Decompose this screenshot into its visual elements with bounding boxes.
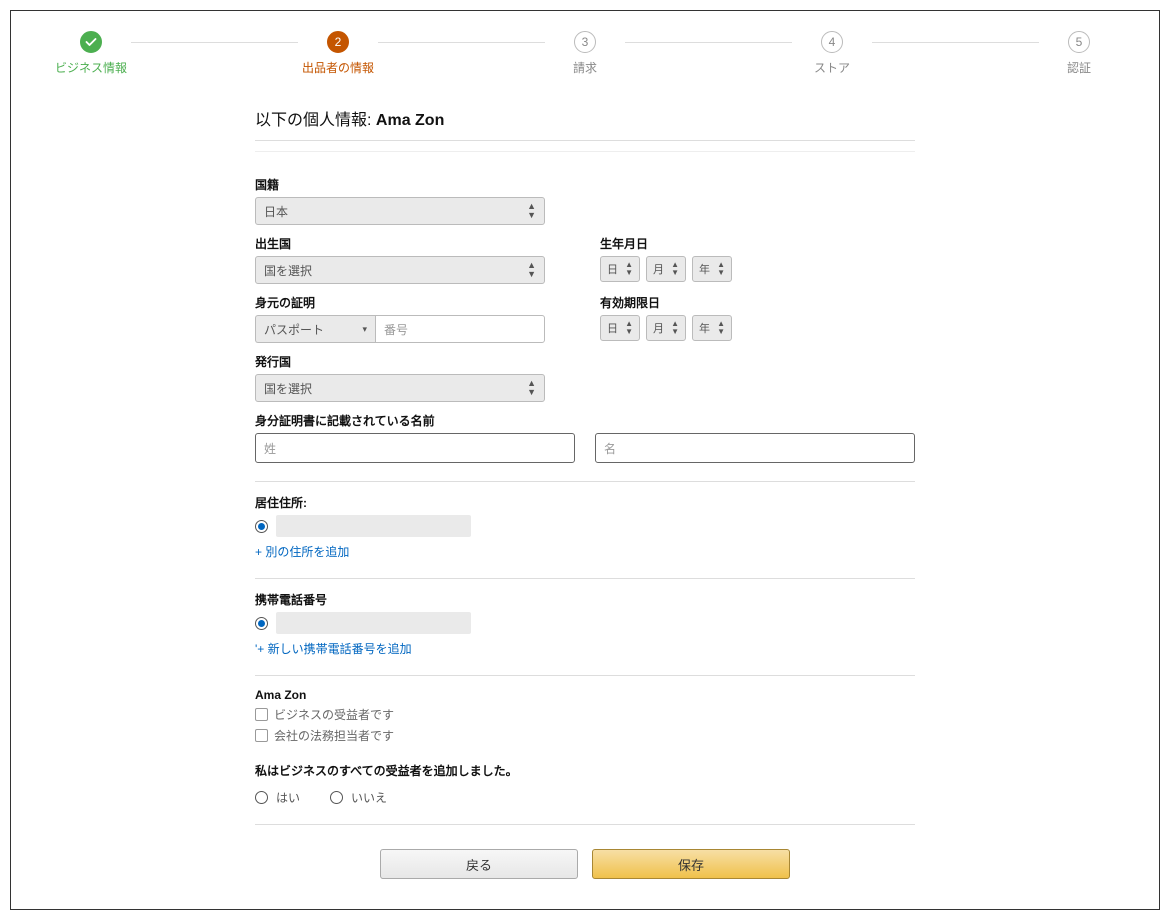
beneficiary-section: Ama Zon ビジネスの受益者です 会社の法務担当者です (255, 688, 915, 744)
page-frame: ビジネス情報 2 出品者の情報 3 請求 4 ストア 5 認証 以下の個人情報:… (10, 10, 1160, 910)
step-label: ストア (814, 59, 850, 76)
chevron-icon (717, 320, 725, 336)
issue-country-select[interactable]: 国を選択 (255, 374, 545, 402)
phone-section: 携帯電話番号 '+ 新しい携帯電話番号を追加 (255, 591, 915, 657)
title-prefix: 以下の個人情報: (255, 112, 376, 129)
step-label: ビジネス情報 (55, 59, 127, 76)
divider (255, 675, 915, 676)
address-radio[interactable] (255, 520, 268, 533)
address-value-placeholder (276, 515, 471, 537)
chevron-icon (527, 261, 536, 279)
page-title: 以下の個人情報: Ama Zon (255, 106, 915, 141)
step-label: 出品者の情報 (302, 59, 374, 76)
firstname-input[interactable]: 名 (595, 433, 915, 463)
legal-rep-label: 会社の法務担当者です (274, 727, 394, 744)
birth-country-select[interactable]: 国を選択 (255, 256, 545, 284)
divider (255, 824, 915, 825)
add-address-link[interactable]: + 別の住所を追加 (255, 543, 349, 560)
chevron-icon (527, 379, 536, 397)
phone-radio[interactable] (255, 617, 268, 630)
dob-year-select[interactable]: 年 (692, 256, 732, 282)
id-type-select[interactable]: パスポート ▾ (255, 315, 375, 343)
issue-country-label: 発行国 (255, 353, 915, 370)
no-radio[interactable] (330, 791, 343, 804)
step-seller-info: 2 出品者の情報 (298, 31, 378, 76)
dob-month-select[interactable]: 月 (646, 256, 686, 282)
expiry-month-select[interactable]: 月 (646, 315, 686, 341)
divider (255, 481, 915, 482)
title-name: Ama Zon (376, 112, 444, 129)
chevron-icon (625, 320, 633, 336)
divider (255, 578, 915, 579)
owner-name-label: Ama Zon (255, 688, 915, 702)
beneficiary-label: ビジネスの受益者です (274, 706, 394, 723)
chevron-down-icon: ▾ (362, 324, 367, 335)
address-section: 居住住所: + 別の住所を追加 (255, 494, 915, 560)
dob-label: 生年月日 (600, 235, 915, 252)
step-label: 請求 (573, 59, 597, 76)
phone-label: 携帯電話番号 (255, 591, 915, 608)
add-phone-link[interactable]: '+ 新しい携帯電話番号を追加 (255, 640, 412, 657)
id-name-label: 身分証明書に記載されている名前 (255, 412, 915, 429)
step-number: 2 (327, 31, 349, 53)
expiry-day-select[interactable]: 日 (600, 315, 640, 341)
chevron-icon (671, 320, 679, 336)
identity-section: 国籍 日本 出生国 国を選択 生年月日 日 月 (255, 151, 915, 463)
address-label: 居住住所: (255, 494, 915, 511)
expiry-year-select[interactable]: 年 (692, 315, 732, 341)
step-store: 4 ストア (792, 31, 872, 76)
chevron-icon (671, 261, 679, 277)
step-label: 認証 (1067, 59, 1091, 76)
lastname-input[interactable]: 姓 (255, 433, 575, 463)
all-beneficiaries-section: 私はビジネスのすべての受益者を追加しました。 はい いいえ (255, 762, 915, 806)
check-icon (80, 31, 102, 53)
nationality-label: 国籍 (255, 176, 915, 193)
step-number: 3 (574, 31, 596, 53)
no-label: いいえ (351, 789, 387, 806)
id-proof-label: 身元の証明 (255, 294, 570, 311)
chevron-icon (625, 261, 633, 277)
birth-country-label: 出生国 (255, 235, 570, 252)
id-number-input[interactable]: 番号 (375, 315, 545, 343)
save-button[interactable]: 保存 (592, 849, 790, 879)
beneficiary-checkbox[interactable] (255, 708, 268, 721)
expiry-label: 有効期限日 (600, 294, 915, 311)
step-business-info: ビジネス情報 (51, 31, 131, 76)
chevron-icon (717, 261, 725, 277)
back-button[interactable]: 戻る (380, 849, 578, 879)
progress-stepper: ビジネス情報 2 出品者の情報 3 請求 4 ストア 5 認証 (51, 31, 1119, 76)
step-number: 4 (821, 31, 843, 53)
step-verification: 5 認証 (1039, 31, 1119, 76)
chevron-icon (527, 202, 536, 220)
dob-day-select[interactable]: 日 (600, 256, 640, 282)
step-number: 5 (1068, 31, 1090, 53)
yes-label: はい (276, 789, 300, 806)
button-row: 戻る 保存 (255, 849, 915, 879)
step-billing: 3 請求 (545, 31, 625, 76)
nationality-select[interactable]: 日本 (255, 197, 545, 225)
legal-rep-checkbox[interactable] (255, 729, 268, 742)
yes-radio[interactable] (255, 791, 268, 804)
all-added-label: 私はビジネスのすべての受益者を追加しました。 (255, 762, 915, 779)
main-content: 以下の個人情報: Ama Zon 国籍 日本 出生国 国を選択 生年月日 (255, 106, 915, 879)
phone-value-placeholder (276, 612, 471, 634)
